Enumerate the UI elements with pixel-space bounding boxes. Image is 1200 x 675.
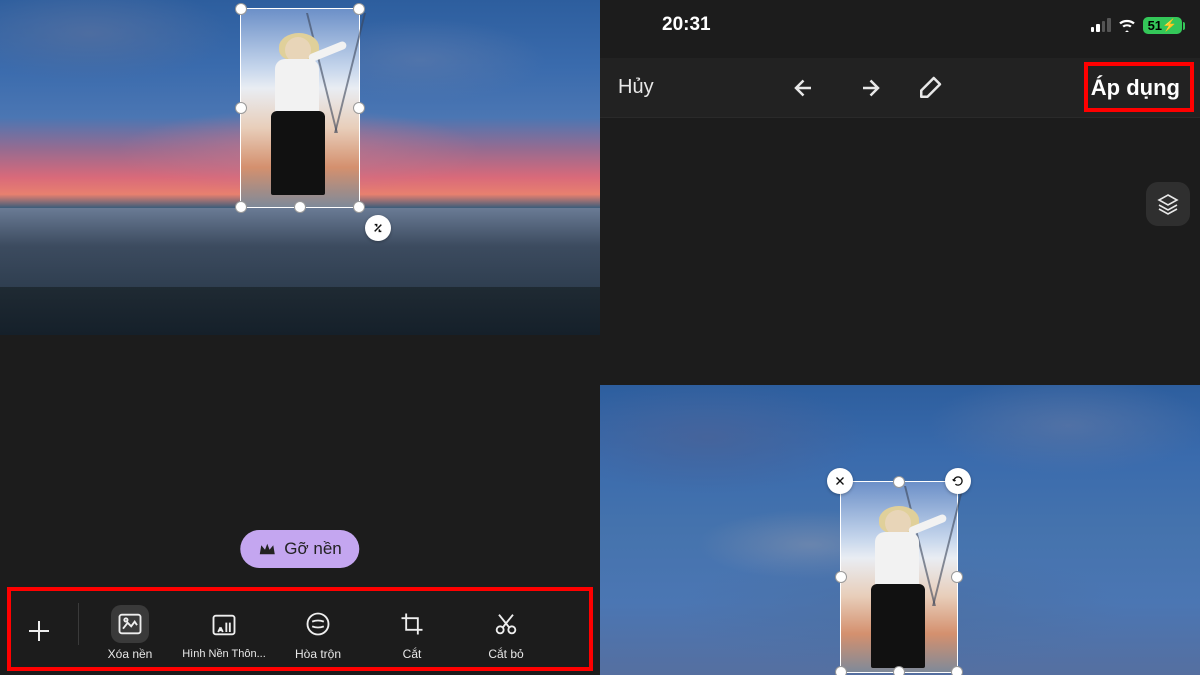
status-bar: 20:31 51⚡ [600, 0, 1200, 50]
undo-icon[interactable] [791, 73, 821, 103]
tool-remove-bg[interactable]: Xóa nền [83, 605, 177, 661]
tool-label: Hòa trộn [295, 647, 341, 661]
tool-smart-bg[interactable]: Hình Nền Thôn... [177, 606, 271, 660]
resize-handle-bl[interactable] [235, 201, 247, 213]
resize-handle-bm[interactable] [893, 666, 905, 675]
layers-icon [1156, 192, 1180, 216]
delete-layer-button[interactable] [827, 468, 853, 494]
tool-label: Xóa nền [108, 647, 153, 661]
rotate-handle[interactable] [365, 215, 391, 241]
layers-button[interactable] [1146, 182, 1190, 226]
close-icon [833, 474, 847, 488]
cellular-icon [1091, 18, 1111, 32]
redo-icon[interactable] [853, 73, 883, 103]
editor-canvas-result[interactable] [600, 385, 1200, 675]
resize-handle-br[interactable] [353, 201, 365, 213]
eraser-icon[interactable] [915, 73, 945, 103]
resize-handle-tm[interactable] [893, 476, 905, 488]
remove-background-pill[interactable]: Gỡ nền [240, 530, 359, 568]
overlay-layer[interactable] [840, 481, 958, 673]
tool-crop[interactable]: Cắt [365, 605, 459, 661]
left-screen: Gỡ nền Xóa nền Hình Nền Thôn... Hòa trộn… [0, 0, 600, 675]
resize-handle-br[interactable] [951, 666, 963, 675]
tool-cutout[interactable]: Cắt bỏ [459, 605, 553, 661]
resize-handle-bl[interactable] [835, 666, 847, 675]
wifi-icon [1117, 18, 1137, 32]
blend-icon [304, 610, 332, 638]
bottom-toolbar: Xóa nền Hình Nền Thôn... Hòa trộn Cắt Cắ… [0, 587, 600, 675]
tool-blend[interactable]: Hòa trộn [271, 605, 365, 661]
toolbar-divider [78, 603, 79, 645]
remove-background-label: Gỡ nền [284, 539, 341, 559]
top-action-bar: Hủy Áp dụng [600, 58, 1200, 118]
resize-handle-tl[interactable] [235, 3, 247, 15]
person-subject [269, 37, 329, 199]
plus-icon [24, 616, 54, 646]
tool-label: Cắt [403, 647, 422, 661]
tool-label: Cắt bỏ [488, 647, 523, 661]
resize-handle-mr[interactable] [353, 102, 365, 114]
rotate-layer-button[interactable] [945, 468, 971, 494]
apply-button[interactable]: Áp dụng [1083, 71, 1188, 105]
tool-label: Hình Nền Thôn... [182, 648, 266, 660]
resize-handle-ml[interactable] [235, 102, 247, 114]
resize-handle-tr[interactable] [353, 3, 365, 15]
person-subject [869, 510, 929, 672]
crop-icon [398, 610, 426, 638]
cancel-button[interactable]: Hủy [618, 76, 654, 99]
overlay-layer[interactable] [240, 8, 360, 208]
ai-bg-icon [210, 611, 238, 639]
resize-handle-ml[interactable] [835, 571, 847, 583]
editor-canvas[interactable] [0, 0, 600, 335]
add-button[interactable] [4, 612, 74, 654]
status-time: 20:31 [662, 14, 711, 36]
resize-handle-mr[interactable] [951, 571, 963, 583]
beach [0, 287, 600, 335]
remove-bg-icon [116, 610, 144, 638]
battery-indicator: 51⚡ [1143, 17, 1182, 34]
rotate-icon [951, 474, 965, 488]
scissors-icon [492, 610, 520, 638]
right-screen: 20:31 51⚡ Hủy Áp dụng [600, 0, 1200, 675]
crown-icon [258, 542, 276, 556]
resize-handle-bm[interactable] [294, 201, 306, 213]
